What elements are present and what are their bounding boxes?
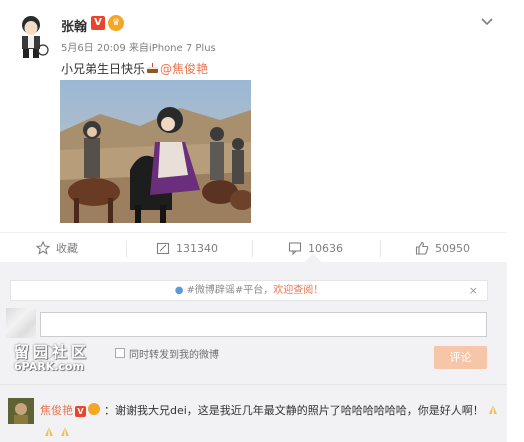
post-text-body: 小兄弟生日快乐 <box>61 62 146 76</box>
comment-author-avatar[interactable] <box>8 398 34 424</box>
action-bar: 收藏 131340 10636 50950 <box>0 232 507 262</box>
action-divider <box>252 241 253 257</box>
action-divider <box>380 241 381 257</box>
repost-icon <box>156 242 170 255</box>
repost-button[interactable]: 131340 <box>156 233 218 263</box>
comment-icon <box>288 242 302 255</box>
action-divider <box>126 241 127 257</box>
post-timestamp[interactable]: 5月6日 20:09 <box>61 43 126 54</box>
repost-count: 131340 <box>176 241 218 255</box>
post-photo[interactable] <box>60 80 251 223</box>
crown-icon <box>88 403 100 415</box>
mention-link[interactable]: @焦俊艳 <box>160 62 208 76</box>
comment-input[interactable] <box>40 312 487 337</box>
like-count: 50950 <box>435 241 470 255</box>
verified-icon: V <box>75 406 86 417</box>
close-icon[interactable]: × <box>469 281 478 300</box>
username[interactable]: 张翰 <box>61 16 87 35</box>
watermark-url: 6PARK.com <box>14 360 84 373</box>
post-text: 小兄弟生日快乐 @焦俊艳 <box>61 60 208 77</box>
submit-comment-button[interactable]: 评论 <box>434 346 487 369</box>
comment-count: 10636 <box>308 241 343 255</box>
comment-body: ：谢谢我大兄dei，这是我近几年最文静的照片了哈哈哈哈哈哈，你是好人啊！ <box>104 404 484 417</box>
also-repost-label: 同时转发到我的微博 <box>129 350 219 361</box>
pray-emoji-icon <box>58 422 72 436</box>
also-repost-checkbox[interactable] <box>115 348 125 358</box>
bulb-icon: ● <box>174 285 184 296</box>
comment-text: 焦俊艳 V ：谢谢我大兄dei，这是我近几年最文静的照片了哈哈哈哈哈哈，你是好人啊！ <box>40 402 500 418</box>
comment-divider <box>0 384 507 385</box>
source-device: iPhone 7 Plus <box>148 43 216 54</box>
source-prefix: 来自 <box>128 43 149 54</box>
star-icon <box>36 241 50 255</box>
weibo-post-page: 张翰 V ♛ 5月6日 20:09 来自iPhone 7 Plus 小兄弟生日快… <box>0 0 524 442</box>
pray-emoji-icon <box>486 404 500 415</box>
notice-text: 平台， <box>243 285 274 296</box>
favorite-button[interactable]: 收藏 <box>36 233 78 263</box>
cake-emoji-icon <box>146 63 159 74</box>
current-user-avatar <box>6 308 36 338</box>
rumor-notice: ● #微博辟谣#平台，欢迎查阅！ × <box>10 280 488 301</box>
comment-author[interactable]: 焦俊艳 <box>40 404 73 417</box>
chevron-down-icon[interactable] <box>480 14 494 28</box>
watermark-text: 留园社区 <box>14 343 91 361</box>
notice-link[interactable]: 欢迎查阅！ <box>273 285 323 296</box>
pray-emoji-icon <box>42 422 56 436</box>
pray-emoji-row <box>40 421 72 440</box>
favorite-label: 收藏 <box>56 242 78 255</box>
verified-icon: V <box>91 16 105 30</box>
like-button[interactable]: 50950 <box>415 233 470 263</box>
thumbs-up-icon <box>415 241 429 255</box>
notice-tag[interactable]: #微博辟谣# <box>186 285 243 296</box>
avatar[interactable] <box>10 12 52 60</box>
crown-icon: ♛ <box>108 15 124 31</box>
post-meta: 5月6日 20:09 来自iPhone 7 Plus <box>61 39 216 54</box>
